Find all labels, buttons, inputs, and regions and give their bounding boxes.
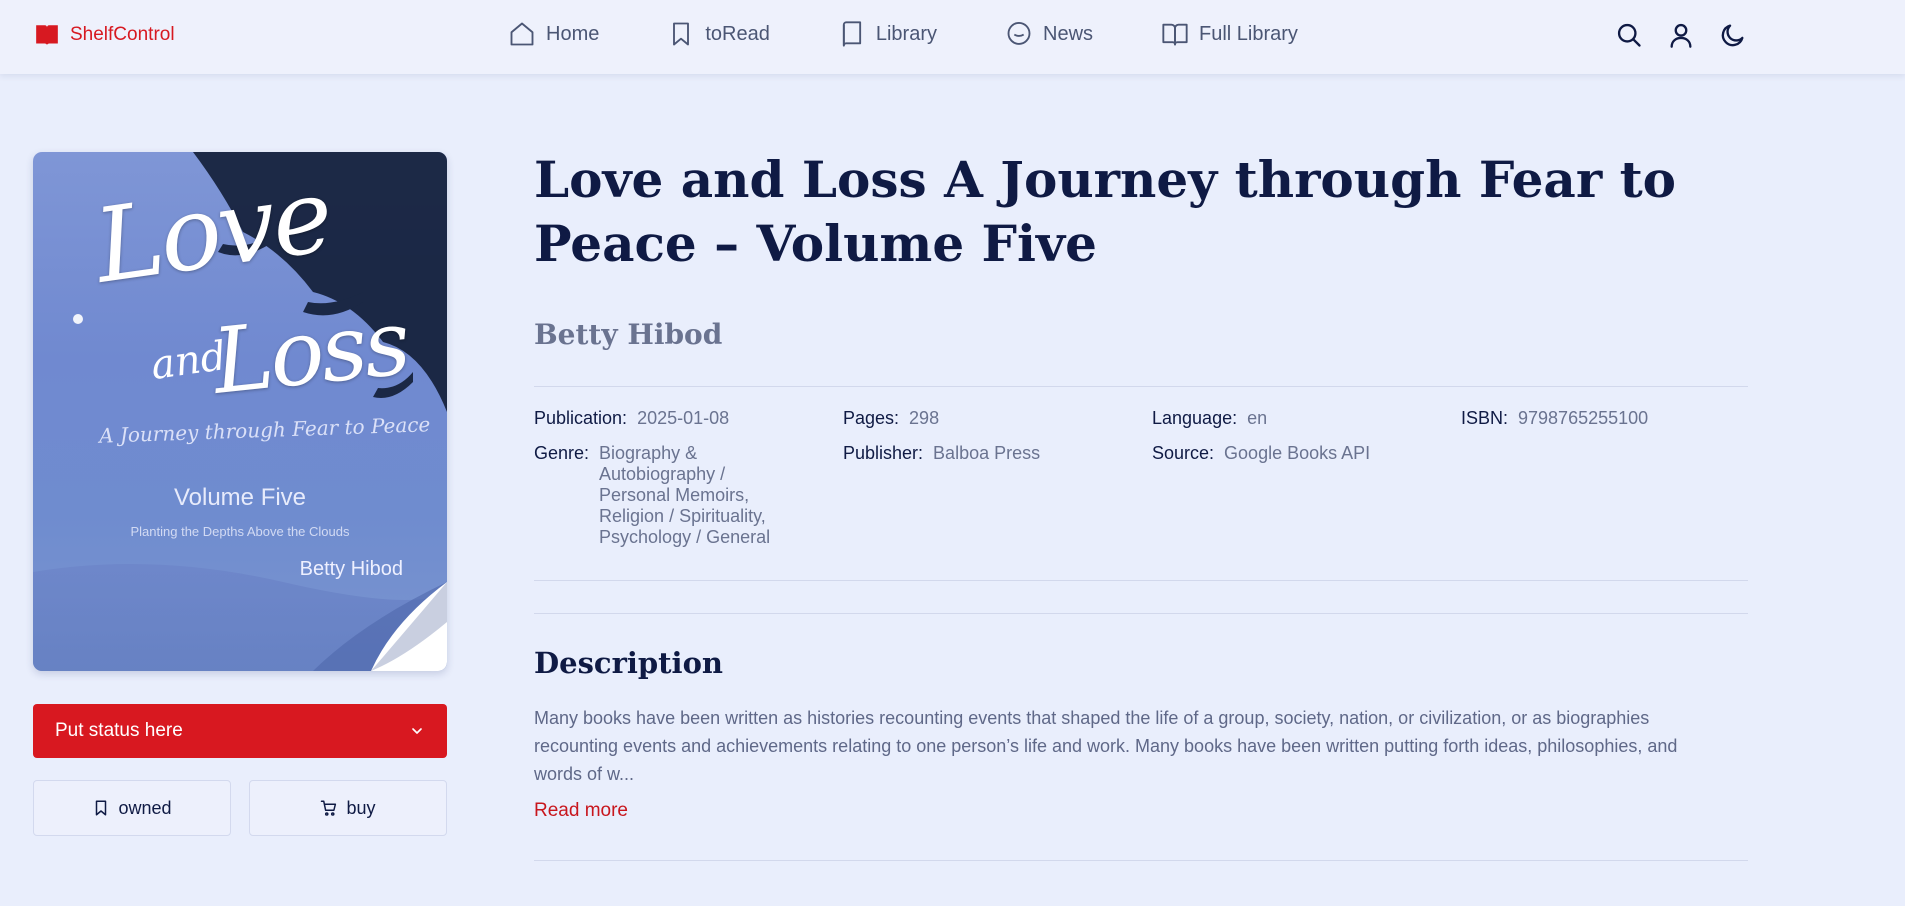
meta-label: ISBN: [1461, 408, 1509, 428]
meta-value: en [1247, 408, 1268, 428]
cover-author: Betty Hibod [299, 558, 403, 580]
cover-title-word2: Loss [208, 290, 413, 415]
divider [534, 580, 1748, 581]
header-tools [1614, 20, 1748, 50]
nav-toread-label: toRead [705, 22, 770, 45]
home-icon [510, 22, 534, 46]
buy-button-label: buy [346, 797, 376, 818]
book-icon [842, 21, 861, 47]
brand-logo[interactable]: ShelfControl [34, 22, 175, 48]
meta-genre: Genre: Biography & Autobiography / Perso… [534, 443, 843, 548]
meta-label: Language: [1152, 408, 1238, 428]
meta-label: Genre: [534, 443, 590, 463]
nav-toread[interactable]: toRead [667, 20, 770, 48]
search-button[interactable] [1614, 20, 1644, 50]
nav-news-label: News [1043, 22, 1094, 45]
divider [534, 386, 1748, 387]
meta-publisher: Publisher: Balboa Press [843, 443, 1152, 548]
description-text: Many books have been written as historie… [534, 708, 1678, 784]
moon-icon [1721, 24, 1744, 47]
book-metadata: Publication: 2025-01-08 Pages: 298 Langu… [534, 408, 1748, 548]
owned-button-label: owned [118, 797, 172, 818]
meta-value: Google Books API [1224, 443, 1371, 463]
meta-isbn: ISBN: 9798765255100 [1461, 408, 1748, 429]
nav-library[interactable]: Library [838, 20, 937, 48]
nav-home[interactable]: Home [508, 20, 599, 48]
chevron-down-icon [412, 728, 422, 734]
meta-value: 2025-01-08 [637, 408, 730, 428]
meta-label: Pages: [843, 408, 900, 428]
bookmark-icon [96, 800, 107, 816]
owned-button[interactable]: owned [33, 780, 231, 836]
dark-mode-toggle[interactable] [1718, 20, 1748, 50]
nav-news[interactable]: News [1005, 20, 1093, 48]
chat-icon [1007, 21, 1031, 45]
open-book-icon [1162, 23, 1188, 46]
meta-publication: Publication: 2025-01-08 [534, 408, 843, 429]
meta-language: Language: en [1152, 408, 1461, 429]
nav-full-library[interactable]: Full Library [1161, 20, 1298, 48]
divider [534, 613, 1748, 614]
meta-label: Source: [1152, 443, 1215, 463]
bookmark-icon [673, 22, 690, 46]
status-dropdown-label: Put status here [55, 720, 183, 741]
cart-icon [321, 800, 337, 816]
description-heading: Description [534, 646, 723, 680]
user-icon [1670, 23, 1692, 48]
nav-home-label: Home [546, 22, 600, 45]
divider [534, 860, 1748, 861]
meta-value: 298 [909, 408, 940, 428]
nav-full-library-label: Full Library [1199, 22, 1298, 45]
read-more-link[interactable]: Read more [534, 800, 628, 822]
cover-tagline: Planting the Depths Above the Clouds [130, 524, 350, 539]
top-navbar: ShelfControl Home toRead Library News Fu… [0, 0, 1905, 74]
main-nav: Home toRead Library News Full Library [508, 20, 1298, 48]
buy-button[interactable]: buy [249, 780, 447, 836]
meta-value: Biography & Autobiography / Personal Mem… [599, 443, 771, 547]
nav-library-label: Library [875, 22, 937, 45]
meta-label: Publisher: [843, 443, 924, 463]
meta-label: Publication: [534, 408, 628, 428]
brand-name: ShelfControl [70, 24, 175, 45]
book-author: Betty Hibod [534, 318, 723, 351]
book-logo-icon [36, 25, 58, 45]
search-icon [1617, 23, 1641, 47]
book-cover: Love and Loss A Journey through Fear to … [33, 152, 447, 671]
status-dropdown[interactable]: Put status here [33, 704, 447, 758]
cover-volume: Volume Five [173, 484, 307, 511]
meta-source: Source: Google Books API [1152, 443, 1461, 548]
meta-pages: Pages: 298 [843, 408, 1152, 429]
book-title: Love and Loss A Journey through Fear to … [534, 150, 1677, 273]
profile-button[interactable] [1666, 20, 1696, 50]
meta-value: Balboa Press [933, 443, 1041, 463]
meta-value: 9798765255100 [1518, 408, 1649, 428]
